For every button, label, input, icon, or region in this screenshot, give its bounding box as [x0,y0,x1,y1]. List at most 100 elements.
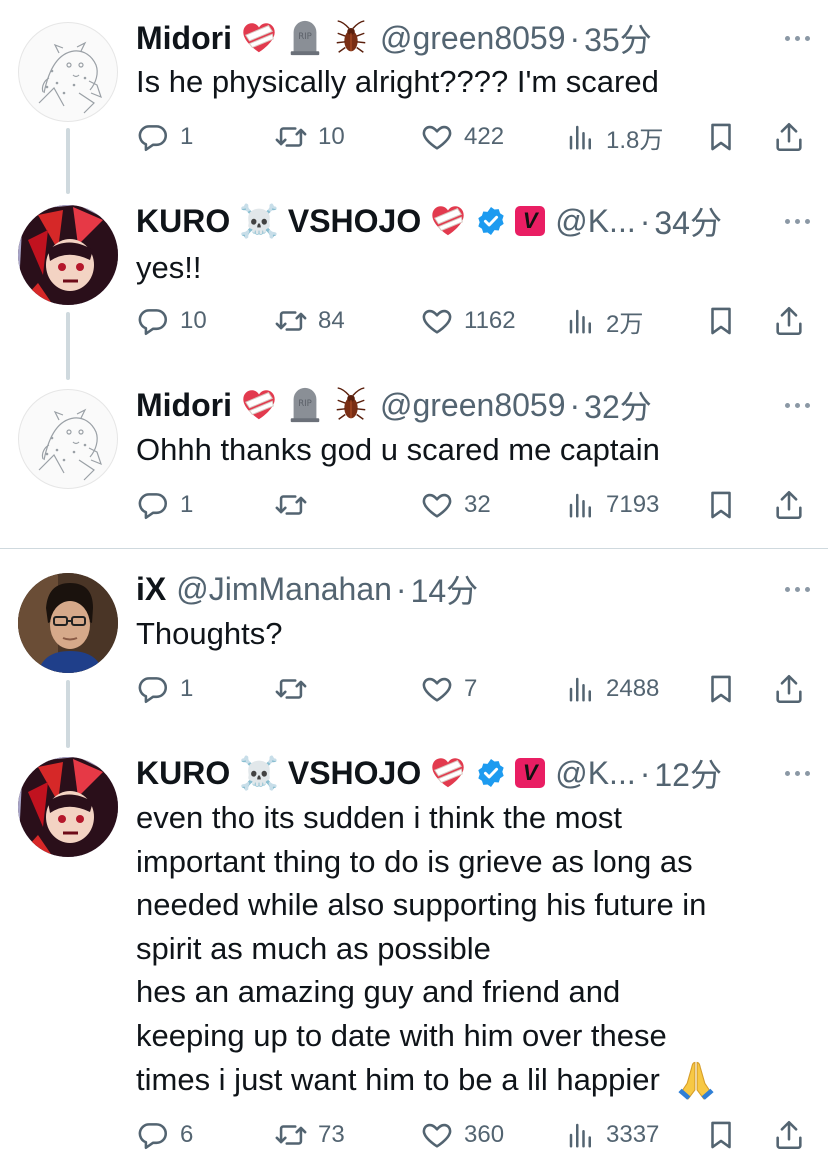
reply-button[interactable]: 10 [136,301,207,341]
tweet[interactable]: KURO ☠️ VSHOJO V @K... · 12分 even tho it… [0,753,828,1170]
heart-icon [420,304,454,338]
share-button[interactable] [772,485,806,525]
view-count: 2万 [606,310,644,338]
username-handle[interactable]: @JimManahan [176,571,392,608]
reply-count: 1 [180,123,194,150]
share-button[interactable] [772,117,806,157]
display-name[interactable]: KURO ☠️ VSHOJO [136,202,421,240]
share-button[interactable] [772,1115,806,1155]
views-button[interactable]: 2万 [566,301,643,341]
tweet[interactable]: Midori @green8059 · 32分 Ohhh thanks god … [0,385,828,535]
retweet-icon [274,1118,308,1152]
bookmark-button[interactable] [704,485,738,525]
avatar[interactable] [18,205,118,305]
views-button[interactable]: 1.8万 [566,117,663,157]
retweet-icon [274,488,308,522]
share-icon [772,1118,806,1152]
reply-button[interactable]: 6 [136,1115,193,1155]
like-count: 360 [464,1121,505,1148]
tweet-header: KURO ☠️ VSHOJO V @K... · 12分 [136,750,722,796]
reply-count: 1 [180,675,194,702]
more-options-icon[interactable] [785,753,810,793]
display-name[interactable]: Midori [136,387,232,424]
share-button[interactable] [772,669,806,709]
like-button[interactable]: 7 [420,669,477,709]
avatar[interactable] [18,757,118,857]
timestamp[interactable]: 35分 [584,15,652,61]
username-handle[interactable]: @K... [555,755,636,792]
tweet-header: iX @JimManahan · 14分 [136,566,479,612]
tweet[interactable]: iX @JimManahan · 14分 Thoughts? 1 7 2488 [0,569,828,719]
bookmark-button[interactable] [704,301,738,341]
retweet-button[interactable]: 73 [274,1115,345,1155]
like-count: 1162 [464,307,516,334]
username-handle[interactable]: @green8059 [380,387,566,424]
like-button[interactable]: 32 [420,485,491,525]
action-bar: 1 10 422 1.8万 [136,117,808,157]
more-options-icon[interactable] [785,18,810,58]
separator-dot: · [569,19,581,56]
more-options-icon[interactable] [785,385,810,425]
avatar[interactable] [18,22,118,122]
heart-icon [420,672,454,706]
verified-icon[interactable] [475,205,507,237]
retweet-button[interactable] [274,669,318,709]
bookmark-button[interactable] [704,669,738,709]
retweet-count: 10 [318,123,345,150]
display-name[interactable]: KURO ☠️ VSHOJO [136,754,421,792]
retweet-button[interactable]: 10 [274,117,345,157]
share-button[interactable] [772,301,806,341]
reply-button[interactable]: 1 [136,117,193,157]
heart-icon [420,1118,454,1152]
bookmark-icon [704,488,738,522]
separator-dot: · [639,202,651,239]
reply-icon [136,304,170,338]
vshojo-badge[interactable]: V [515,206,546,236]
views-button[interactable]: 3337 [566,1115,659,1155]
retweet-button[interactable] [274,485,318,525]
more-options-icon[interactable] [785,569,810,609]
reply-button[interactable]: 1 [136,669,193,709]
like-count: 422 [464,123,505,150]
tweet-text: Thoughts? [136,616,283,651]
bookmark-button[interactable] [704,117,738,157]
views-button[interactable]: 7193 [566,485,659,525]
share-icon [772,120,806,154]
text-line: times i just want him to be a lil happie… [136,1061,660,1097]
bookmark-button[interactable] [704,1115,738,1155]
mending-heart-emoji [240,386,278,424]
share-icon [772,488,806,522]
bar-chart-icon [566,490,596,520]
headstone-emoji [286,386,324,424]
reply-icon [136,672,170,706]
bookmark-icon [704,120,738,154]
display-name[interactable]: iX [136,571,166,608]
retweet-count: 73 [318,1121,345,1148]
timestamp[interactable]: 32分 [584,382,652,428]
tweet-text: Is he physically alright???? I'm scared [136,64,659,99]
like-button[interactable]: 360 [420,1115,504,1155]
like-button[interactable]: 1162 [420,301,516,341]
text-line: even tho its sudden i think the most [136,800,622,835]
more-options-icon[interactable] [785,201,810,241]
views-button[interactable]: 2488 [566,669,659,709]
tweet-text: even tho its sudden i think the most imp… [136,796,796,1102]
timestamp[interactable]: 14分 [411,566,479,612]
bar-chart-icon [566,122,596,152]
text-line-wrap: times i just want him to be a lil happie… [136,1058,796,1102]
verified-icon[interactable] [475,757,507,789]
reply-button[interactable]: 1 [136,485,193,525]
like-button[interactable]: 422 [420,117,504,157]
timestamp[interactable]: 12分 [654,750,722,796]
username-handle[interactable]: @green8059 [380,20,566,57]
username-handle[interactable]: @K... [555,203,636,240]
tweet[interactable]: Midori @green8059 · 35分 Is he physically… [0,18,828,168]
retweet-button[interactable]: 84 [274,301,345,341]
avatar[interactable] [18,389,118,489]
display-name[interactable]: Midori [136,20,232,57]
avatar[interactable] [18,573,118,673]
vshojo-badge[interactable]: V [515,758,546,788]
tweet[interactable]: KURO ☠️ VSHOJO V @K... · 34分 yes!! 10 84… [0,201,828,351]
timestamp[interactable]: 34分 [654,198,722,244]
mending-heart-emoji [429,754,467,792]
